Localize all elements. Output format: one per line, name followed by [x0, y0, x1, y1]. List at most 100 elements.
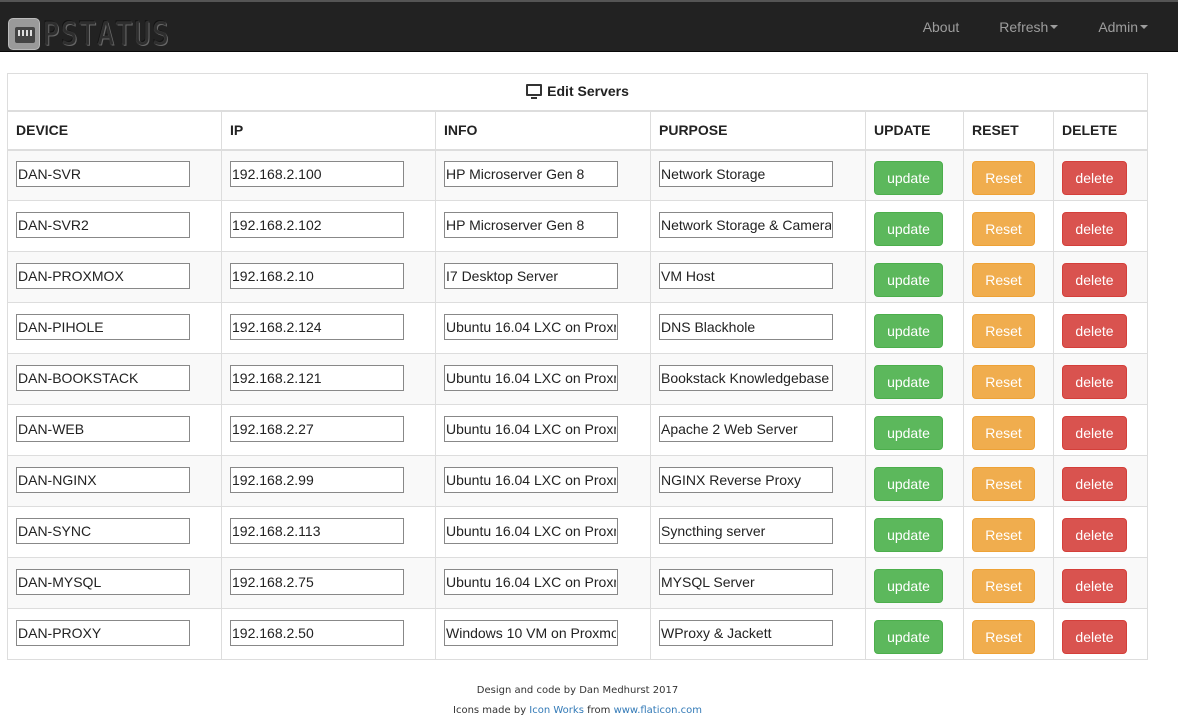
ip-input[interactable]	[230, 160, 404, 187]
update-button[interactable]: update	[874, 211, 943, 246]
device-input[interactable]	[16, 211, 190, 238]
update-cell: update	[865, 149, 964, 201]
update-button[interactable]: update	[874, 364, 943, 399]
update-button[interactable]: update	[874, 262, 943, 297]
table-row: update Reset delete	[7, 353, 1149, 405]
reset-button[interactable]: Reset	[972, 211, 1035, 246]
device-input[interactable]	[16, 160, 190, 187]
update-button[interactable]: update	[874, 415, 943, 450]
delete-button[interactable]: delete	[1062, 415, 1127, 450]
info-input[interactable]	[444, 262, 618, 289]
delete-button[interactable]: delete	[1062, 160, 1127, 195]
info-input[interactable]	[444, 160, 618, 187]
update-button[interactable]: update	[874, 619, 943, 654]
info-input[interactable]	[444, 466, 618, 493]
purpose-input[interactable]	[659, 364, 833, 391]
info-input[interactable]	[444, 364, 618, 391]
info-input[interactable]	[444, 517, 618, 544]
device-input[interactable]	[16, 619, 190, 646]
ip-input[interactable]	[230, 619, 404, 646]
update-button[interactable]: update	[874, 160, 943, 195]
ip-cell	[221, 302, 436, 354]
column-header-delete: DELETE	[1052, 110, 1149, 151]
ip-input[interactable]	[230, 466, 404, 493]
delete-button[interactable]: delete	[1062, 619, 1127, 654]
ip-input[interactable]	[230, 364, 404, 391]
info-input[interactable]	[444, 415, 618, 442]
reset-button[interactable]: Reset	[972, 517, 1035, 552]
purpose-input[interactable]	[659, 160, 833, 187]
device-input[interactable]	[16, 466, 190, 493]
ip-input[interactable]	[230, 262, 404, 289]
delete-button[interactable]: delete	[1062, 364, 1127, 399]
delete-button[interactable]: delete	[1062, 211, 1127, 246]
reset-cell: Reset	[963, 455, 1054, 507]
ip-input[interactable]	[230, 568, 404, 595]
ip-input[interactable]	[230, 313, 404, 340]
brand-text: PSTATUS	[43, 16, 171, 52]
purpose-input[interactable]	[659, 211, 833, 238]
update-button[interactable]: update	[874, 313, 943, 348]
delete-button[interactable]: delete	[1062, 262, 1127, 297]
device-input[interactable]	[16, 517, 190, 544]
reset-button[interactable]: Reset	[972, 313, 1035, 348]
icon-works-link[interactable]: Icon Works	[529, 705, 584, 716]
nav-about-label: About	[922, 19, 960, 35]
purpose-input[interactable]	[659, 619, 833, 646]
update-button[interactable]: update	[874, 568, 943, 603]
delete-button[interactable]: delete	[1062, 568, 1127, 603]
device-cell	[7, 251, 222, 303]
device-input[interactable]	[16, 415, 190, 442]
column-header-purpose: PURPOSE	[650, 110, 866, 151]
purpose-cell	[650, 251, 866, 303]
device-input[interactable]	[16, 313, 190, 340]
reset-button[interactable]: Reset	[972, 415, 1035, 450]
info-input[interactable]	[444, 313, 618, 340]
delete-button[interactable]: delete	[1062, 517, 1127, 552]
reset-button[interactable]: Reset	[972, 619, 1035, 654]
purpose-cell	[650, 608, 866, 660]
info-input[interactable]	[444, 568, 618, 595]
reset-button[interactable]: Reset	[972, 160, 1035, 195]
ip-input[interactable]	[230, 415, 404, 442]
reset-button[interactable]: Reset	[972, 364, 1035, 399]
monitor-icon	[526, 84, 543, 100]
device-input[interactable]	[16, 568, 190, 595]
purpose-input[interactable]	[659, 313, 833, 340]
reset-button[interactable]: Reset	[972, 568, 1035, 603]
device-input[interactable]	[16, 364, 190, 391]
info-input[interactable]	[444, 619, 618, 646]
purpose-input[interactable]	[659, 568, 833, 595]
ip-input[interactable]	[230, 517, 404, 544]
purpose-input[interactable]	[659, 517, 833, 544]
nav-admin-dropdown[interactable]: Admin	[1098, 17, 1148, 37]
delete-cell: delete	[1052, 455, 1149, 507]
info-cell	[435, 200, 651, 252]
nav-refresh-label: Refresh	[999, 19, 1049, 35]
nav-about-link[interactable]: About	[923, 17, 960, 37]
device-cell	[7, 302, 222, 354]
delete-button[interactable]: delete	[1062, 313, 1127, 348]
table-row: update Reset delete	[7, 149, 1149, 201]
info-input[interactable]	[444, 211, 618, 238]
purpose-input[interactable]	[659, 466, 833, 493]
info-cell	[435, 404, 651, 456]
nav-refresh-dropdown[interactable]: Refresh	[999, 17, 1059, 37]
update-button[interactable]: update	[874, 517, 943, 552]
purpose-input[interactable]	[659, 415, 833, 442]
device-input[interactable]	[16, 262, 190, 289]
ip-input[interactable]	[230, 211, 404, 238]
delete-button[interactable]: delete	[1062, 466, 1127, 501]
purpose-input[interactable]	[659, 262, 833, 289]
ip-cell	[221, 557, 436, 609]
device-cell	[7, 353, 222, 405]
update-button[interactable]: update	[874, 466, 943, 501]
flaticon-link[interactable]: www.flaticon.com	[614, 705, 702, 716]
delete-cell: delete	[1052, 353, 1149, 405]
reset-button[interactable]: Reset	[972, 262, 1035, 297]
reset-button[interactable]: Reset	[972, 466, 1035, 501]
info-cell	[435, 608, 651, 660]
footer-icons-prefix: Icons made by	[453, 705, 527, 716]
brand-logo[interactable]: PSTATUS	[8, 16, 171, 52]
ip-cell	[221, 200, 436, 252]
